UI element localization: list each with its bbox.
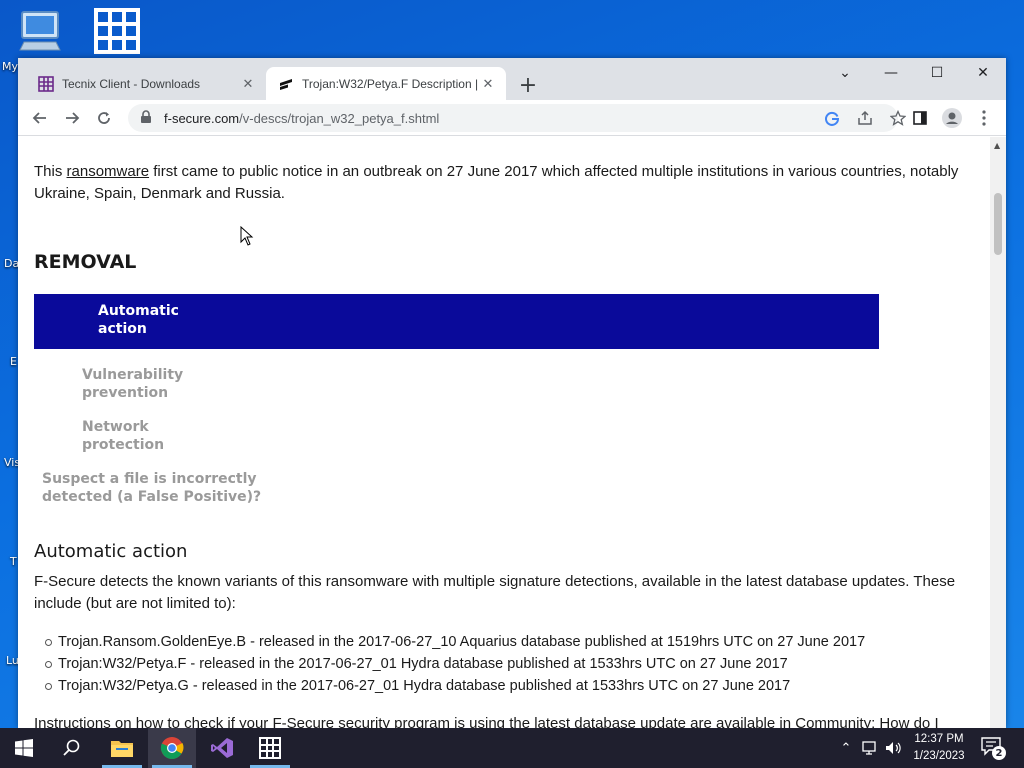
page-content: This ransomware first came to public not… xyxy=(18,137,990,728)
detection-list: Trojan.Ransom.GoldenEye.B - released in … xyxy=(45,631,958,697)
list-item: Trojan:W32/Petya.F - released in the 201… xyxy=(45,653,958,675)
clock-time: 12:37 PM xyxy=(914,733,964,745)
notification-count-badge: 2 xyxy=(992,746,1006,760)
clock-date: 1/23/2023 xyxy=(913,750,965,762)
desktop-label-1: My xyxy=(2,60,19,73)
tab-title: Trojan:W32/Petya.F Description | xyxy=(302,76,478,91)
desktop-label-6: Lu xyxy=(6,654,19,667)
close-tab-icon[interactable]: ✕ xyxy=(478,74,498,94)
browser-window: Tecnix Client - Downloads ✕ Trojan:W32/P… xyxy=(18,58,1006,728)
side-panel-icon[interactable] xyxy=(906,104,934,132)
bookmark-star-icon[interactable] xyxy=(888,108,908,128)
lock-icon[interactable] xyxy=(140,109,156,128)
tecnix-taskbar-icon[interactable] xyxy=(246,728,294,768)
close-window-button[interactable]: ✕ xyxy=(960,58,1006,88)
automatic-action-heading: Automatic action xyxy=(34,541,188,562)
automatic-action-description: F-Secure detects the known variants of t… xyxy=(34,573,956,612)
forward-icon[interactable] xyxy=(58,104,86,132)
tab-title: Tecnix Client - Downloads xyxy=(62,76,201,91)
minimize-button[interactable]: — xyxy=(868,58,914,88)
mouse-cursor-icon xyxy=(240,225,254,250)
tab-search-icon[interactable]: ⌄ xyxy=(822,58,868,88)
removal-tab-vulnerability-prevention[interactable]: Vulnerability prevention xyxy=(82,366,202,402)
list-item: Trojan.Ransom.GoldenEye.B - released in … xyxy=(45,631,958,653)
removal-tab-label: Automatic action xyxy=(98,303,179,337)
file-explorer-icon[interactable] xyxy=(98,728,146,768)
show-hidden-icons-chevron-icon[interactable]: ⌃ xyxy=(836,738,856,758)
this-pc-icon[interactable] xyxy=(18,8,62,56)
removal-tab-automatic-action[interactable]: Automatic action xyxy=(34,294,879,349)
system-clock[interactable]: 12:37 PM 1/23/2023 xyxy=(904,731,974,765)
network-icon[interactable] xyxy=(860,738,880,758)
taskbar: ⌃ 12:37 PM 1/23/2023 2 xyxy=(0,728,1024,768)
instructions-paragraph: Instructions on how to check if your F-S… xyxy=(34,715,939,728)
new-tab-button[interactable]: + xyxy=(514,71,542,99)
desktop-label-5: T xyxy=(10,555,17,568)
page-scrollbar[interactable]: ▲ xyxy=(990,137,1006,728)
maximize-button[interactable]: ☐ xyxy=(914,58,960,88)
profile-avatar-icon[interactable] xyxy=(938,104,966,132)
removal-tab-network-protection[interactable]: Network protection xyxy=(82,418,192,454)
ransomware-link[interactable]: ransomware xyxy=(67,163,150,180)
start-button[interactable] xyxy=(0,728,48,768)
back-icon[interactable] xyxy=(26,104,54,132)
scrollbar-thumb[interactable] xyxy=(994,193,1002,255)
close-tab-icon[interactable]: ✕ xyxy=(238,74,258,94)
url-text: f-secure.com/v-descs/trojan_w32_petya_f.… xyxy=(164,111,439,126)
volume-icon[interactable] xyxy=(884,738,904,758)
address-bar[interactable]: f-secure.com/v-descs/trojan_w32_petya_f.… xyxy=(128,104,906,132)
menu-kebab-icon[interactable] xyxy=(970,104,998,132)
tab-strip: Tecnix Client - Downloads ✕ Trojan:W32/P… xyxy=(18,58,1006,100)
google-lens-icon[interactable] xyxy=(822,108,842,128)
desktop-label-3: E xyxy=(10,355,17,368)
intro-text: first came to public notice in an outbre… xyxy=(34,163,959,202)
fsecure-favicon-icon xyxy=(278,76,294,92)
tecnix-shortcut-icon[interactable] xyxy=(92,6,142,60)
share-icon[interactable] xyxy=(855,108,875,128)
removal-heading: REMOVAL xyxy=(34,251,137,273)
list-item: Trojan:W32/Petya.G - released in the 201… xyxy=(45,675,958,697)
visual-studio-icon[interactable] xyxy=(198,728,246,768)
intro-text: This xyxy=(34,163,67,180)
intro-paragraph: This ransomware first came to public not… xyxy=(34,161,974,205)
browser-toolbar: f-secure.com/v-descs/trojan_w32_petya_f.… xyxy=(18,100,1006,136)
scroll-up-icon[interactable]: ▲ xyxy=(994,141,1000,150)
tab-tecnix-downloads[interactable]: Tecnix Client - Downloads ✕ xyxy=(26,67,266,100)
url-host: f-secure.com xyxy=(164,110,240,126)
tecnix-favicon-icon xyxy=(38,75,54,92)
removal-tab-false-positive[interactable]: Suspect a file is incorrectly detected (… xyxy=(42,470,312,506)
url-path: /v-descs/trojan_w32_petya_f.shtml xyxy=(239,110,440,126)
reload-icon[interactable] xyxy=(90,104,118,132)
tab-petya-description[interactable]: Trojan:W32/Petya.F Description | ✕ xyxy=(266,67,506,100)
chrome-icon[interactable] xyxy=(148,728,196,768)
desktop-label-2: Da xyxy=(4,257,20,270)
search-icon[interactable] xyxy=(48,728,96,768)
